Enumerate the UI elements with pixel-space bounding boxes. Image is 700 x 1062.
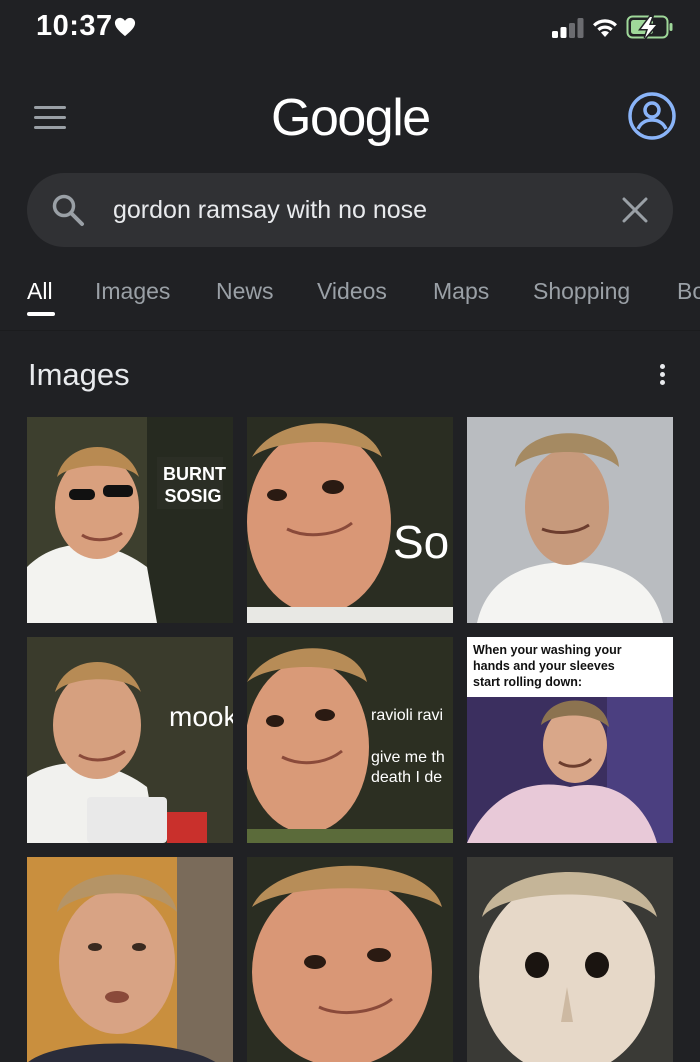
battery-charging-icon [626,15,673,39]
search-box[interactable] [27,173,673,247]
more-vert-icon[interactable] [652,362,672,390]
tab-videos[interactable]: Videos [317,278,387,305]
image-overlay-text: BURNT [163,464,226,484]
tab-shopping[interactable]: Shopping [533,278,630,305]
search-icon[interactable] [51,193,85,227]
image-result[interactable]: So [247,417,453,623]
tab-images[interactable]: Images [95,278,170,305]
image-overlay-text: hands and your sleeves [473,659,615,673]
image-result[interactable] [467,857,673,1062]
hamburger-menu-icon[interactable] [34,106,68,130]
active-tab-indicator [27,312,55,316]
wifi-icon [593,19,617,37]
image-overlay-text: When your washing your [473,643,622,657]
image-results-grid: BURNT SOSIG So mook ravioli ravi give me… [27,417,673,1062]
image-overlay-text: start rolling down: [473,675,583,689]
image-overlay-text: mook [169,701,233,732]
image-thumbnail [247,637,453,843]
image-thumbnail [27,417,233,623]
tab-all[interactable]: All [27,278,53,305]
tab-news[interactable]: News [216,278,274,305]
image-result[interactable]: When your washing your hands and your sl… [467,637,673,843]
image-overlay-text: SOSIG [164,486,222,506]
image-thumbnail [467,417,673,623]
image-result[interactable]: ravioli ravi give me th death I de [247,637,453,843]
status-time: 10:37 [36,10,113,42]
image-thumbnail [467,857,673,1062]
image-thumbnail [247,857,453,1062]
tab-maps[interactable]: Maps [433,278,489,305]
images-section-title: Images [28,357,130,392]
search-tabs: All Images News Videos Maps Shopping Bo [0,270,700,326]
image-result[interactable] [247,857,453,1062]
image-result[interactable] [27,857,233,1062]
image-overlay-text: ravioli ravi [371,707,444,724]
image-result[interactable] [467,417,673,623]
cell-signal-icon [552,18,584,38]
tab-books[interactable]: Bo [677,278,700,305]
heart-icon [114,17,136,37]
tabs-divider [0,330,700,331]
close-icon[interactable] [621,196,649,224]
image-result[interactable]: BURNT SOSIG [27,417,233,623]
image-overlay-text: death I de [371,769,443,786]
image-overlay-text: give me th [371,749,445,766]
status-bar: 10:37 [0,0,700,56]
image-overlay-text: So [393,516,450,568]
image-thumbnail [27,637,233,843]
image-result[interactable]: mook [27,637,233,843]
image-thumbnail [27,857,233,1062]
google-logo[interactable]: Google [271,88,431,148]
account-circle-icon[interactable] [627,91,677,141]
search-input[interactable] [113,193,593,227]
